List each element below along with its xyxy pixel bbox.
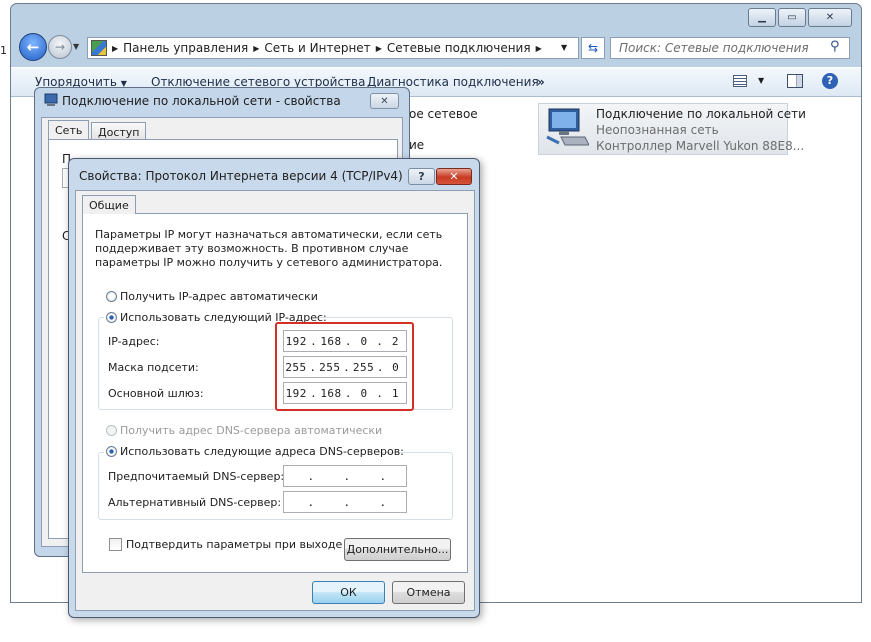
arrow-left-icon: ← — [26, 38, 40, 56]
connection-name: Подключение по локальной сети — [596, 107, 806, 121]
tab-general[interactable]: Общие — [82, 195, 136, 214]
help-button[interactable]: ? — [408, 168, 435, 185]
ip-address-label: IP-адрес: — [108, 335, 160, 348]
alternate-dns-field[interactable]: ... — [283, 491, 407, 513]
maximize-button[interactable]: ▭ — [778, 8, 806, 27]
help-icon[interactable]: ? — [822, 73, 838, 89]
ok-button[interactable]: ОК — [312, 581, 385, 604]
left-edge-char: 1 — [0, 44, 7, 57]
confirm-checkbox[interactable] — [109, 538, 122, 551]
dialog-title: Свойства: Протокол Интернета версии 4 (T… — [79, 169, 403, 183]
confirm-label[interactable]: Подтвердить параметры при выходе — [126, 538, 342, 551]
preferred-dns-label: Предпочитаемый DNS-сервер: — [108, 470, 285, 483]
radio-dns-manual[interactable] — [106, 446, 117, 457]
advanced-button[interactable]: Дополнительно... — [344, 538, 451, 561]
history-dropdown-icon[interactable]: ▼ — [73, 42, 79, 51]
more-commands-button[interactable]: » — [537, 75, 545, 89]
close-button[interactable]: ✕ — [370, 93, 399, 109]
highlight-annotation — [275, 322, 414, 411]
dns-dot: . — [307, 495, 315, 509]
breadcrumb-control-panel[interactable]: Панель управления — [123, 41, 248, 55]
cancel-button[interactable]: Отмена — [392, 581, 465, 604]
back-button[interactable]: ← — [19, 33, 47, 61]
minimize-button[interactable]: ▁ — [748, 8, 776, 27]
forward-button[interactable]: → — [48, 35, 72, 59]
refresh-icon: ⇆ — [587, 41, 599, 55]
radio-dns-auto-label[interactable]: Получить адрес DNS-сервера автоматически — [120, 424, 382, 437]
partial-text-2: ие — [409, 138, 425, 152]
info-text: Параметры IP могут назначаться автоматич… — [95, 228, 443, 269]
chevron-right-icon[interactable]: ▶ — [112, 44, 118, 53]
chevron-right-icon[interactable]: ▶ — [536, 44, 542, 53]
window-caption-buttons: ▁ ▭ ✕ — [748, 8, 852, 27]
view-options-icon[interactable] — [733, 75, 747, 87]
close-icon: ✕ — [380, 95, 389, 107]
minimize-icon: ▁ — [758, 12, 766, 23]
connection-status: Неопознанная сеть — [596, 123, 719, 137]
maximize-icon: ▭ — [787, 12, 797, 23]
chevron-right-icon[interactable]: ▶ — [253, 44, 259, 53]
dialog-title: Подключение по локальной сети - свойства — [62, 94, 341, 108]
breadcrumb-network-internet[interactable]: Сеть и Интернет — [264, 41, 370, 55]
radio-ip-manual[interactable] — [106, 312, 117, 323]
view-dropdown-icon[interactable]: ▼ — [758, 76, 764, 85]
tab-sharing[interactable]: Доступ — [91, 122, 147, 140]
refresh-button[interactable]: ⇆ — [581, 37, 605, 59]
question-icon: ? — [418, 170, 425, 183]
radio-ip-auto[interactable] — [106, 291, 117, 302]
alternate-dns-label: Альтернативный DNS-сервер: — [108, 496, 282, 509]
dns-dot: . — [379, 469, 387, 483]
chevron-right-icon[interactable]: ▶ — [376, 44, 382, 53]
radio-dns-manual-label[interactable]: Использовать следующие адреса DNS-сервер… — [120, 445, 404, 458]
close-button[interactable]: ✕ — [436, 168, 472, 185]
gateway-label: Основной шлюз: — [108, 387, 204, 400]
search-icon[interactable]: ⚲ — [830, 39, 840, 54]
dns-dot: . — [379, 495, 387, 509]
arrow-right-icon: → — [54, 40, 66, 54]
address-bar[interactable]: ▶ Панель управления ▶ Сеть и Интернет ▶ … — [87, 37, 579, 59]
close-icon: ✕ — [825, 12, 835, 23]
dns-dot: . — [307, 469, 315, 483]
subnet-mask-label: Маска подсети: — [108, 361, 199, 374]
partial-text-1: ое сетевое — [409, 107, 478, 121]
preview-pane-icon[interactable] — [787, 74, 803, 88]
dns-dot: . — [343, 495, 351, 509]
search-input[interactable]: Поиск: Сетевые подключения — [610, 37, 850, 59]
breadcrumb-network-connections[interactable]: Сетевые подключения — [387, 41, 531, 55]
connection-adapter: Контроллер Marvell Yukon 88E8... — [596, 139, 805, 153]
address-dropdown-icon[interactable]: ▼ — [561, 43, 567, 52]
network-adapter-icon — [44, 93, 58, 106]
radio-ip-auto-label[interactable]: Получить IP-адрес автоматически — [120, 290, 318, 303]
control-panel-icon — [91, 40, 107, 56]
radio-dns-auto[interactable] — [106, 425, 117, 436]
network-connection-icon — [546, 108, 589, 146]
search-placeholder: Поиск: Сетевые подключения — [619, 41, 809, 55]
close-icon: ✕ — [449, 170, 459, 183]
tab-network[interactable]: Сеть — [48, 120, 90, 140]
preferred-dns-field[interactable]: ... — [283, 465, 407, 487]
dns-dot: . — [343, 469, 351, 483]
close-window-button[interactable]: ✕ — [808, 8, 852, 27]
